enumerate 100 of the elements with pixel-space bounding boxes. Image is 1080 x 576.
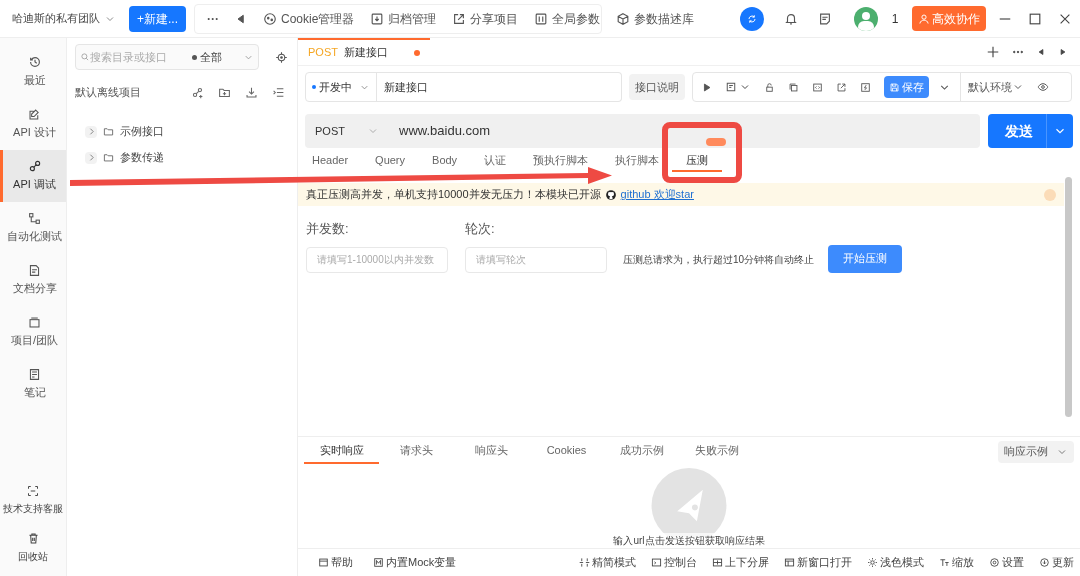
link-plus-icon <box>191 85 204 99</box>
request-tab[interactable]: Header <box>312 150 349 172</box>
locate-button[interactable] <box>275 50 288 64</box>
list-indent-icon <box>272 85 285 99</box>
new-button[interactable]: +新建... <box>129 5 186 32</box>
status-bar-button[interactable]: 更新 <box>1039 554 1074 571</box>
response-tab[interactable]: 请求头 <box>379 439 454 464</box>
toolbar-button[interactable]: 归档管理 <box>370 9 437 28</box>
preview-button[interactable] <box>1037 81 1049 93</box>
play-icon <box>701 81 712 93</box>
nav-item[interactable]: 自动化测试 <box>0 202 66 254</box>
folder-icon <box>103 126 114 137</box>
status-bar-button[interactable]: 浅色模式 <box>867 554 924 571</box>
flow-icon <box>28 211 41 225</box>
toolbar-button[interactable]: Cookie管理器 <box>263 9 355 28</box>
code-icon <box>812 81 823 93</box>
environment-select[interactable]: 默认环境 <box>968 78 1024 96</box>
status-bar-button[interactable]: 新窗口打开 <box>784 554 852 571</box>
nav-item[interactable]: API 调试 <box>0 150 66 202</box>
filter-select[interactable]: 全部 <box>192 48 254 66</box>
response-tab[interactable]: 响应头 <box>454 439 529 464</box>
request-tab[interactable]: Body <box>432 150 458 172</box>
tree-folder[interactable]: 参数传递 <box>85 148 289 167</box>
trash-icon <box>26 532 40 545</box>
team-selector[interactable]: 哈迪斯的私有团队 <box>0 10 124 27</box>
toolbar-button[interactable] <box>764 81 775 93</box>
import-button[interactable] <box>245 85 258 99</box>
concurrency-field[interactable]: 请填写1-10000以内并发数 <box>306 246 448 273</box>
nav-item[interactable]: 项目/团队 <box>0 306 66 358</box>
toolbar-button[interactable]: 全局参数 <box>534 9 601 28</box>
request-tab[interactable]: Query <box>375 150 406 172</box>
search-field[interactable]: 搜索目录或接口 全部 <box>75 44 259 70</box>
toolbar-button[interactable]: 参数描述库 <box>616 9 695 28</box>
api-name-field[interactable]: 新建接口 <box>376 72 622 102</box>
request-tab[interactable]: 压测 <box>672 150 723 172</box>
add-tab-button[interactable] <box>986 44 1000 59</box>
toolbar-button[interactable] <box>788 81 799 93</box>
search-input[interactable]: 搜索目录或接口 <box>90 48 178 66</box>
status-bar-button[interactable]: 设置 <box>989 554 1024 571</box>
collapse-button[interactable] <box>272 85 285 99</box>
scrollbar[interactable] <box>1065 177 1072 417</box>
status-bar-button[interactable]: 内置Mock变量 <box>373 554 457 571</box>
request-tab[interactable]: 认证 <box>484 150 507 172</box>
project-title: 默认离线项目 <box>75 85 142 100</box>
doc-icon <box>725 81 737 93</box>
folder-icon <box>103 152 114 163</box>
notebook-icon <box>28 367 41 381</box>
tree-folder[interactable]: 示例接口 <box>85 122 289 141</box>
settings-icon <box>989 557 1000 568</box>
github-link[interactable]: github 欢迎star <box>620 186 694 203</box>
response-tab[interactable]: 失败示例 <box>679 439 754 464</box>
new-window-icon <box>784 557 795 568</box>
example-select[interactable]: 响应示例 <box>998 440 1074 463</box>
tab-prev-button[interactable] <box>1036 46 1046 57</box>
doc-button[interactable]: 接口说明 <box>629 74 685 100</box>
cookie-icon <box>263 11 277 26</box>
status-bar-button[interactable]: 缩放 <box>939 554 974 571</box>
toolbar-button[interactable] <box>860 81 871 93</box>
status-select[interactable]: 开发中 <box>305 72 377 102</box>
status-bar-button[interactable]: 精简模式 <box>579 554 636 571</box>
request-tab[interactable]: 预执行脚本 <box>533 150 589 172</box>
nav-item[interactable]: 笔记 <box>0 358 66 410</box>
request-tab[interactable]: 执行脚本 <box>615 150 660 172</box>
locate-icon <box>275 50 288 64</box>
response-tab[interactable]: 成功示例 <box>604 439 679 464</box>
nav-item[interactable]: 技术支持客服 <box>0 479 66 522</box>
sync-button[interactable] <box>740 6 764 31</box>
back-button[interactable] <box>235 12 247 25</box>
nav-item[interactable]: API 设计 <box>0 98 66 150</box>
send-button[interactable]: 发送 <box>988 114 1073 148</box>
status-bar-button[interactable]: 控制台 <box>651 554 697 571</box>
minimize-icon <box>998 17 1012 20</box>
triangle-left-icon <box>1036 46 1046 57</box>
share-icon <box>836 81 847 93</box>
toolbar-button[interactable]: 分享项目 <box>452 9 519 28</box>
folder-stack-icon <box>28 315 41 329</box>
response-tab[interactable]: 实时响应 <box>304 439 379 464</box>
status-bar-button[interactable]: 帮助 <box>318 554 353 571</box>
maximize-icon <box>1028 11 1042 26</box>
url-bar[interactable]: POST www.baidu.com <box>305 114 980 148</box>
nav-item[interactable]: 文档分享 <box>0 254 66 306</box>
doc-menu-button[interactable] <box>725 81 751 93</box>
m-box-icon <box>373 557 384 568</box>
toolbar-button[interactable] <box>836 81 847 93</box>
nav-item[interactable]: 回收站 <box>0 526 66 570</box>
run-button[interactable] <box>701 81 712 93</box>
toolbar-button[interactable] <box>812 81 823 93</box>
notification-button[interactable] <box>784 11 798 26</box>
nav-item[interactable]: 最近 <box>0 46 66 98</box>
notes-button[interactable] <box>818 11 832 26</box>
sun-icon <box>867 557 878 568</box>
rounds-field[interactable]: 请填写轮次 <box>465 246 607 273</box>
status-bar-button[interactable]: 上下分屏 <box>712 554 769 571</box>
more-button[interactable]: ··· <box>207 9 219 28</box>
new-api-button[interactable] <box>191 85 204 99</box>
bolt-box-icon <box>860 81 871 93</box>
eye-icon <box>1037 81 1049 93</box>
avatar[interactable] <box>854 6 878 31</box>
tab-next-button[interactable] <box>1058 46 1068 57</box>
response-tab[interactable]: Cookies <box>529 439 604 464</box>
